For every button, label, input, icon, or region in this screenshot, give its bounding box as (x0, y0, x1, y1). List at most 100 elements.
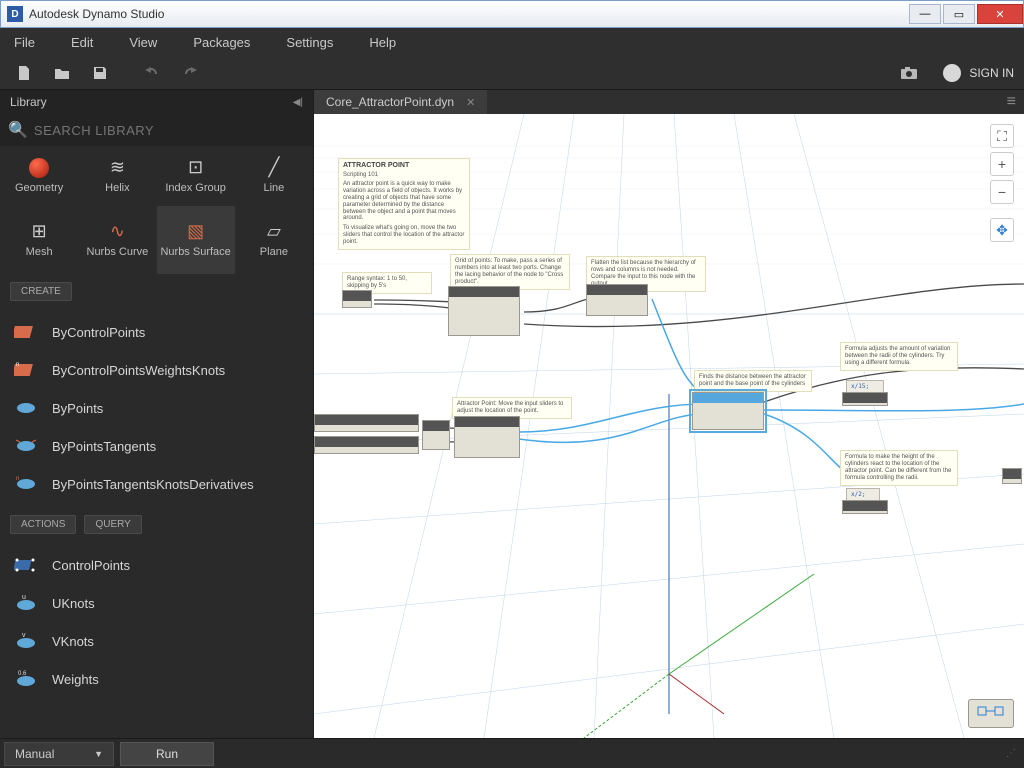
save-file-icon[interactable] (86, 59, 114, 87)
graph-node[interactable] (586, 284, 648, 316)
graph-canvas[interactable]: ATTRACTOR POINT Scripting 101 An attract… (314, 114, 1024, 738)
signin-button[interactable]: SIGN IN (943, 64, 1014, 82)
method-bypointstangentsknotsderivatives[interactable]: nByPointsTangentsKnotsDerivatives (0, 465, 313, 503)
category-nurbssurface[interactable]: ▧Nurbs Surface (157, 206, 235, 274)
undo-icon[interactable] (138, 59, 166, 87)
graph-node[interactable] (342, 290, 372, 308)
section-query-tag[interactable]: QUERY (84, 515, 141, 534)
window-title: Autodesk Dynamo Studio (29, 7, 907, 21)
menu-view[interactable]: View (129, 35, 157, 50)
tab-close-icon[interactable]: ✕ (466, 96, 475, 109)
graph-node[interactable] (448, 286, 520, 336)
method-icon: n (12, 473, 40, 495)
document-tab[interactable]: Core_AttractorPoint.dyn ✕ (314, 90, 487, 114)
menu-settings[interactable]: Settings (286, 35, 333, 50)
redo-icon[interactable] (176, 59, 204, 87)
menu-edit[interactable]: Edit (71, 35, 93, 50)
note-formula2[interactable]: Formula to make the height of the cylind… (840, 450, 958, 486)
category-mesh[interactable]: ⊞Mesh (0, 206, 78, 274)
graph-node[interactable] (842, 392, 888, 406)
svg-text:v: v (22, 632, 26, 639)
graph-node[interactable] (422, 420, 450, 450)
method-icon (12, 397, 40, 419)
window-titlebar: D Autodesk Dynamo Studio — ▭ ✕ (0, 0, 1024, 28)
category-grid-row2: ⊞Mesh ∿Nurbs Curve ▧Nurbs Surface ▱Plane (0, 206, 313, 274)
node-view-icon[interactable] (968, 699, 1014, 728)
chevron-down-icon: ▼ (94, 749, 103, 759)
statusbar: Manual ▼ Run ⋰ (0, 738, 1024, 768)
library-collapse-icon[interactable]: ◀| (293, 97, 303, 108)
window-close-button[interactable]: ✕ (977, 4, 1023, 24)
method-weights[interactable]: 0.6Weights (0, 660, 313, 698)
run-mode-dropdown[interactable]: Manual ▼ (4, 742, 114, 766)
run-button[interactable]: Run (120, 742, 214, 766)
method-bypoints[interactable]: ByPoints (0, 389, 313, 427)
zoom-out-icon[interactable]: − (990, 180, 1014, 204)
run-mode-label: Manual (15, 747, 54, 761)
note-distance[interactable]: Finds the distance between the attractor… (694, 370, 812, 392)
method-icon (12, 554, 40, 576)
tabbar-menu-icon[interactable]: ≡ (1007, 93, 1016, 111)
tabbar: Core_AttractorPoint.dyn ✕ ≡ (314, 90, 1024, 114)
library-header: Library ◀| (0, 90, 313, 114)
tab-label: Core_AttractorPoint.dyn (326, 95, 454, 109)
graph-node[interactable] (314, 436, 419, 454)
method-vknots[interactable]: vVKnots (0, 622, 313, 660)
note-formula1[interactable]: Formula adjusts the amount of variation … (840, 342, 958, 371)
note-grid[interactable]: Grid of points: To make, pass a series o… (450, 254, 570, 290)
graph-node[interactable] (314, 414, 419, 432)
indexgroup-icon: ⊡ (188, 157, 203, 178)
svg-text:0.6: 0.6 (18, 671, 27, 677)
fullscreen-icon[interactable]: ⛶ (990, 124, 1014, 148)
category-nurbscurve[interactable]: ∿Nurbs Curve (78, 206, 156, 274)
menu-packages[interactable]: Packages (193, 35, 250, 50)
method-bycontrolpointsweightsknots[interactable]: nByControlPointsWeightsKnots (0, 351, 313, 389)
method-controlpoints[interactable]: ControlPoints (0, 546, 313, 584)
method-uknots[interactable]: uUKnots (0, 584, 313, 622)
new-file-icon[interactable] (10, 59, 38, 87)
category-line[interactable]: ╱Line (235, 146, 313, 206)
category-geometry[interactable]: Geometry (0, 146, 78, 206)
window-minimize-button[interactable]: — (909, 4, 941, 24)
graph-node-selected[interactable] (692, 392, 764, 430)
section-create-tag[interactable]: CREATE (10, 282, 72, 301)
mesh-icon: ⊞ (32, 221, 47, 242)
window-maximize-button[interactable]: ▭ (943, 4, 975, 24)
method-icon: 0.6 (12, 668, 40, 690)
category-indexgroup[interactable]: ⊡Index Group (157, 146, 235, 206)
method-icon: n (12, 359, 40, 381)
graph-node[interactable] (454, 416, 520, 458)
avatar-icon (943, 64, 961, 82)
note-main[interactable]: ATTRACTOR POINT Scripting 101 An attract… (338, 158, 470, 250)
sphere-icon (29, 158, 49, 178)
category-helix[interactable]: ≋Helix (78, 146, 156, 206)
create-methods: ByControlPoints nByControlPointsWeightsK… (0, 309, 313, 507)
method-bypointstangents[interactable]: ByPointsTangents (0, 427, 313, 465)
pan-icon[interactable]: ✥ (990, 218, 1014, 242)
query-methods: ControlPoints uUKnots vVKnots 0.6Weights (0, 542, 313, 702)
viewport-controls: ⛶ + − ✥ (990, 124, 1014, 242)
library-search: 🔍 (0, 114, 313, 146)
zoom-in-icon[interactable]: + (990, 152, 1014, 176)
category-grid-row1: Geometry ≋Helix ⊡Index Group ╱Line (0, 146, 313, 206)
plane-icon: ▱ (267, 221, 281, 242)
nurbssurface-icon: ▧ (187, 221, 204, 242)
category-plane[interactable]: ▱Plane (235, 206, 313, 274)
line-icon: ╱ (268, 157, 279, 178)
open-file-icon[interactable] (48, 59, 76, 87)
graph-node[interactable] (842, 500, 888, 514)
library-search-input[interactable] (34, 123, 305, 138)
graph-node[interactable] (1002, 468, 1022, 484)
section-actions-tag[interactable]: ACTIONS (10, 515, 76, 534)
svg-text:n: n (16, 476, 19, 482)
method-bycontrolpoints[interactable]: ByControlPoints (0, 313, 313, 351)
toolbar: SIGN IN (0, 56, 1024, 90)
resize-grip-icon[interactable]: ⋰ (1006, 748, 1016, 759)
svg-text:n: n (16, 362, 19, 368)
library-title: Library (10, 95, 47, 109)
menu-file[interactable]: File (14, 35, 35, 50)
menu-help[interactable]: Help (369, 35, 396, 50)
search-icon: 🔍 (8, 120, 28, 140)
camera-icon[interactable] (895, 59, 923, 87)
menubar: File Edit View Packages Settings Help (0, 28, 1024, 56)
